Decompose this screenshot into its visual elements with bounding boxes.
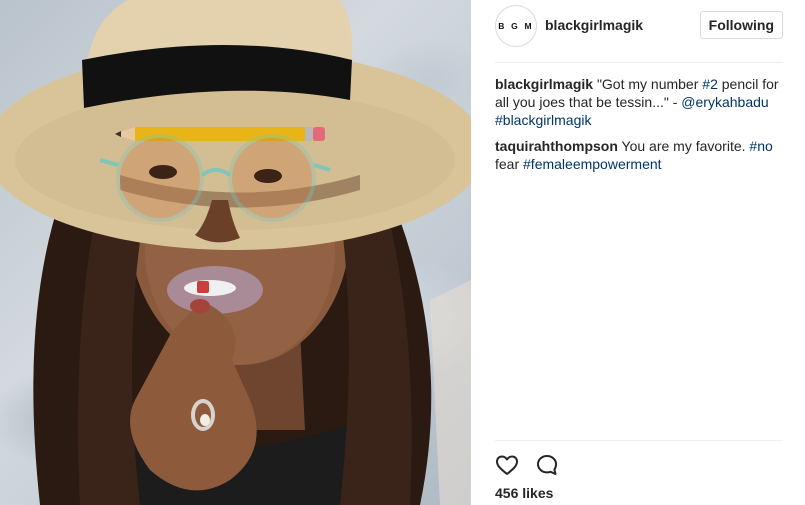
post-photo[interactable] <box>0 0 471 505</box>
header-username[interactable]: blackgirlmagik <box>545 17 643 33</box>
hashtag-link[interactable]: #femaleempowerment <box>523 156 662 172</box>
caption-author[interactable]: blackgirlmagik <box>495 76 593 92</box>
comment-button[interactable] <box>535 453 559 477</box>
comment-bubble-icon <box>537 455 557 475</box>
post-side-panel: B G M blackgirlmagik Following blackgirl… <box>471 0 805 505</box>
caption: blackgirlmagik "Got my number #2 pencil … <box>495 75 785 129</box>
following-button[interactable]: Following <box>699 10 783 39</box>
like-button[interactable] <box>495 453 519 477</box>
hashtag-link[interactable]: #blackgirlmagik <box>495 112 591 128</box>
avatar[interactable]: B G M <box>495 4 537 47</box>
actions-divider <box>495 440 783 441</box>
comment-text-part: fear <box>495 156 524 172</box>
mention-link[interactable]: @erykahbadu <box>681 94 768 110</box>
heart-icon <box>496 455 518 475</box>
post-header: B G M blackgirlmagik Following <box>495 0 783 49</box>
comment-text-part: You are my favorite. <box>617 138 750 154</box>
comment-list: blackgirlmagik "Got my number #2 pencil … <box>495 75 785 181</box>
photo-illustration <box>0 0 471 505</box>
header-divider <box>495 62 783 63</box>
caption-text-part: "Got my number <box>596 76 703 92</box>
comment-item: taquirahthompson You are my favorite. #n… <box>495 137 785 173</box>
likes-count[interactable]: 456 likes <box>495 485 553 501</box>
comment-author[interactable]: taquirahthompson <box>495 138 618 154</box>
hashtag-link[interactable]: #2 <box>702 76 718 92</box>
hashtag-link[interactable]: #no <box>749 138 772 154</box>
post-actions <box>495 453 559 477</box>
